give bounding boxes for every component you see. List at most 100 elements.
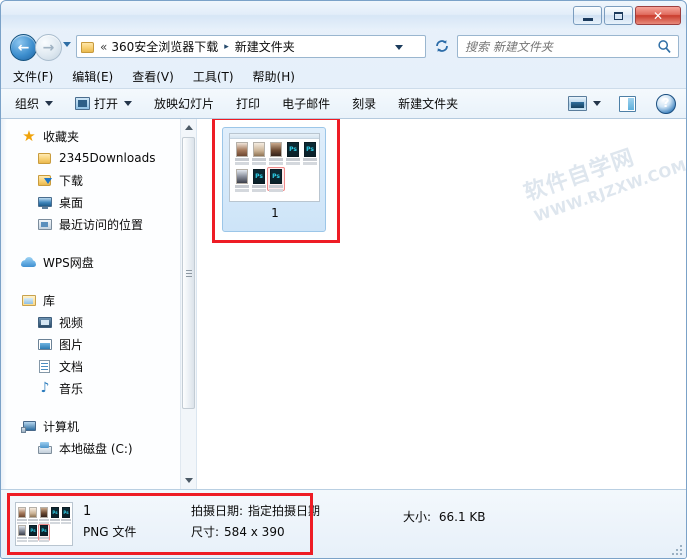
details-line-2: PNG 文件 尺寸: 584 x 390 [83, 523, 483, 544]
menu-item-file[interactable]: 文件(F) [13, 68, 53, 85]
organize-button[interactable]: 组织 [15, 95, 54, 112]
sidebar-item-music[interactable]: ♪ 音乐 [1, 377, 196, 399]
details-date-value[interactable]: 指定拍摄日期 [248, 502, 320, 519]
photoshop-file-icon: Ps [51, 507, 59, 518]
file-list-pane[interactable]: 软件自学网 WWW.RJZXW.COM Ps Ps Ps Ps 1 [198, 119, 686, 489]
thumbnail-cell: Ps [251, 169, 267, 195]
change-view-icon[interactable] [568, 96, 587, 111]
sidebar-label-favorites: 收藏夹 [43, 129, 80, 144]
sidebar-label-2345downloads: 2345Downloads [59, 151, 156, 165]
sidebar-label-documents: 文档 [59, 359, 84, 374]
music-icon: ♪ [40, 379, 50, 396]
breadcrumb-overflow-icon[interactable]: « [100, 40, 107, 54]
sidebar-label-local-disk-c: 本地磁盘 (C:) [59, 441, 133, 456]
menu-item-help[interactable]: 帮助(H) [253, 68, 295, 85]
details-file-type: PNG 文件 [83, 525, 137, 539]
scrollbar-thumb[interactable] [182, 137, 195, 409]
back-button[interactable]: ← [10, 34, 37, 61]
print-button[interactable]: 打印 [236, 95, 260, 112]
preview-pane-icon[interactable] [619, 95, 636, 112]
chevron-down-icon [124, 101, 133, 106]
sidebar-label-desktop: 桌面 [59, 195, 84, 210]
sidebar-item-2345downloads[interactable]: 2345Downloads [1, 147, 196, 169]
search-input[interactable] [458, 38, 657, 55]
breadcrumb-root[interactable]: 360安全浏览器下载 [111, 38, 218, 55]
scroll-down-button[interactable] [181, 472, 196, 489]
chevron-right-icon[interactable]: ▸ [224, 42, 229, 52]
open-button[interactable]: 打开 [75, 95, 133, 112]
chevron-down-icon [45, 101, 54, 106]
photo-icon [18, 525, 26, 536]
sidebar-item-favorites[interactable]: ★ 收藏夹 [1, 125, 196, 147]
thumbnail-cell [28, 507, 39, 525]
forward-button[interactable]: → [35, 34, 62, 61]
thumbnail-label-bar [235, 158, 249, 161]
sidebar-item-documents[interactable]: 文档 [1, 355, 196, 377]
thumbnail-label-bar [286, 158, 300, 161]
thumbnail-label-bar [269, 158, 283, 161]
breadcrumb-current[interactable]: 新建文件夹 [235, 38, 295, 55]
thumbnail-cell [251, 142, 267, 168]
sidebar-item-pictures[interactable]: 图片 [1, 333, 196, 355]
recent-pages-dropdown-icon[interactable] [63, 42, 71, 47]
details-dimensions-value: 584 x 390 [224, 525, 285, 539]
thumbnail-icon-grid: Ps Ps Ps Ps [234, 142, 318, 195]
sidebar-item-videos[interactable]: 视频 [1, 311, 196, 333]
close-button[interactable]: ✕ [635, 6, 681, 25]
folder-icon [81, 41, 95, 53]
photo-icon [40, 507, 48, 518]
folder-download-icon [37, 173, 53, 188]
video-icon [37, 315, 53, 330]
photo-icon [236, 142, 248, 157]
menu-item-view[interactable]: 查看(V) [132, 68, 174, 85]
navigation-pane-scrollbar[interactable] [180, 119, 196, 489]
search-box[interactable] [457, 35, 679, 58]
sidebar-group-computer: 计算机 本地磁盘 (C:) [1, 415, 196, 459]
maximize-button[interactable] [604, 6, 633, 25]
file-item-selected[interactable]: Ps Ps Ps Ps 1 [222, 127, 326, 232]
slideshow-button[interactable]: 放映幻灯片 [154, 95, 214, 112]
thumbnail-cell: Ps [61, 507, 72, 525]
chevron-down-icon[interactable] [593, 101, 601, 106]
file-name-label: 1 [271, 206, 279, 220]
chevron-down-icon[interactable] [395, 45, 403, 50]
scroll-up-button[interactable] [181, 119, 196, 136]
search-icon[interactable] [657, 39, 672, 54]
folder-icon [37, 151, 53, 166]
help-icon[interactable]: ? [656, 93, 676, 114]
sidebar-item-libraries[interactable]: 库 [1, 289, 196, 311]
sidebar-label-computer: 计算机 [43, 419, 80, 434]
address-bar[interactable]: « 360安全浏览器下载 ▸ 新建文件夹 [76, 35, 426, 58]
new-folder-button[interactable]: 新建文件夹 [398, 95, 458, 112]
sidebar-label-wps-cloud: WPS网盘 [43, 255, 94, 270]
details-file-name: 1 [83, 504, 92, 519]
sidebar-item-desktop[interactable]: 桌面 [1, 191, 196, 213]
menu-item-tools[interactable]: 工具(T) [193, 68, 234, 85]
sidebar-label-downloads: 下载 [59, 173, 84, 188]
sidebar-item-local-disk-c[interactable]: 本地磁盘 (C:) [1, 437, 196, 459]
minimize-button[interactable] [573, 6, 602, 25]
sidebar-item-computer[interactable]: 计算机 [1, 415, 196, 437]
sidebar-item-downloads[interactable]: 下载 [1, 169, 196, 191]
sidebar-item-wps-cloud[interactable]: WPS网盘 [1, 251, 196, 273]
menu-item-edit[interactable]: 编辑(E) [72, 68, 113, 85]
refresh-icon[interactable] [433, 37, 451, 55]
thumbnail-cell [234, 142, 250, 168]
sidebar-group-favorites: ★ 收藏夹 2345Downloads 下载 桌面 最近访问的位置 [1, 125, 196, 235]
details-thumbnail-grid: Ps Ps Ps Ps [17, 507, 72, 543]
address-row: ← → « 360安全浏览器下载 ▸ 新建文件夹 [1, 29, 686, 65]
email-button[interactable]: 电子邮件 [282, 95, 330, 112]
photo-icon [236, 169, 248, 184]
photoshop-file-icon: Ps [29, 525, 37, 536]
thumbnail-cell-selected: Ps [267, 167, 285, 195]
resize-grip[interactable] [671, 544, 683, 556]
sidebar-item-recent-places[interactable]: 最近访问的位置 [1, 213, 196, 235]
burn-button[interactable]: 刻录 [352, 95, 376, 112]
details-date-label: 拍摄日期: [191, 504, 244, 518]
explorer-window: ✕ ← → « 360安全浏览器下载 ▸ 新建文件夹 搜索 新建文件夹 文件(F… [0, 0, 687, 559]
thumbnail-label-bar [235, 185, 249, 188]
chevron-up-icon [184, 125, 193, 130]
hard-drive-icon [37, 441, 53, 456]
picture-icon [37, 337, 53, 352]
thumbnail-cell [17, 525, 28, 543]
